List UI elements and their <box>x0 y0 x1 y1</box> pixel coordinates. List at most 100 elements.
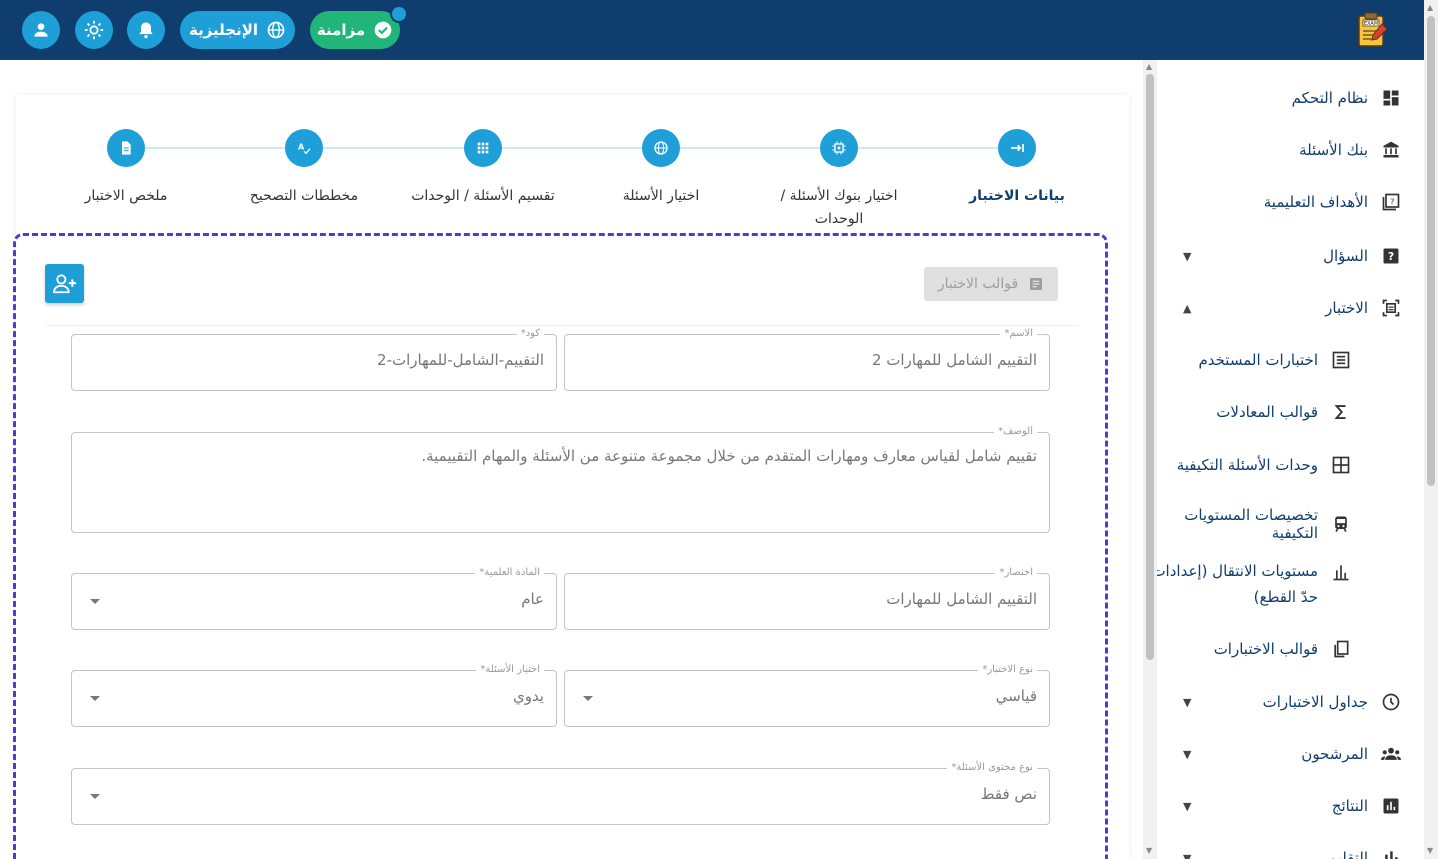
code-label: كود* <box>516 328 544 340</box>
sidebar-item-question[interactable]: ? السؤال <box>1323 245 1402 267</box>
scroll-down-arrow-icon[interactable]: ▼ <box>1427 846 1433 855</box>
article-icon <box>1030 278 1043 290</box>
sidebar-item-label: تخصيصات المستويات التكيفية <box>1184 506 1318 542</box>
globe-icon <box>654 141 668 155</box>
sigma-icon <box>1330 401 1352 423</box>
sidebar-scrollbar-thumb[interactable] <box>1146 74 1154 660</box>
dropdown-arrow-icon[interactable] <box>583 695 593 701</box>
step-test-summary[interactable] <box>107 129 145 167</box>
chevron-down-icon[interactable]: ▼ <box>1183 696 1191 709</box>
language-button[interactable]: الإنجليزية <box>180 11 295 49</box>
globe-icon <box>267 21 285 39</box>
sidebar-scroll-down-icon[interactable]: ▼ <box>1146 846 1152 855</box>
add-user-icon <box>52 273 76 293</box>
chevron-down-icon[interactable]: ▼ <box>1183 800 1191 813</box>
exam-type-select[interactable]: نوع الاختبار* قياسي <box>564 664 1050 727</box>
step-question-banks[interactable] <box>820 129 858 167</box>
dropdown-arrow-icon[interactable] <box>90 598 100 604</box>
content-type-value: نص فقط <box>980 785 1037 803</box>
subject-label: المادة العلمية* <box>475 567 544 579</box>
code-field[interactable]: كود* التقييم-الشامل-للمهارات-2 <box>71 328 557 391</box>
divider <box>46 325 1078 326</box>
sync-button[interactable]: مزامنة <box>310 11 400 49</box>
sidebar-item-results[interactable]: النتائج <box>1332 795 1402 817</box>
sidebar-item-equation-templates[interactable]: قوالب المعادلات <box>1216 401 1352 423</box>
exam-templates-label: قوالب الاختبار <box>937 276 1019 292</box>
subject-select[interactable]: المادة العلمية* عام <box>71 567 557 630</box>
notifications-button[interactable] <box>127 11 165 49</box>
dropdown-arrow-icon[interactable] <box>90 793 100 799</box>
description-label: الوصف* <box>994 426 1037 438</box>
chevron-down-icon[interactable]: ▼ <box>1183 852 1191 859</box>
scroll-up-arrow-icon[interactable]: ▲ <box>1427 3 1433 12</box>
sidebar-scroll-up-icon[interactable]: ▲ <box>1146 62 1152 71</box>
sidebar: نظام التحكم بنك الأسئلة ? الأهداف التعلي… <box>1157 60 1424 859</box>
name-label: الاسم* <box>1000 328 1037 340</box>
abbreviation-value: التقييم الشامل للمهارات <box>886 590 1037 608</box>
sidebar-item-label: الأهداف التعليمية <box>1263 193 1368 211</box>
sidebar-item-adaptive-units[interactable]: وحدات الأسئلة التكيفية <box>1177 454 1352 476</box>
sidebar-item-label: بنك الأسئلة <box>1299 141 1368 159</box>
people-icon <box>1380 743 1402 765</box>
content-type-select[interactable]: نوع محتوى الأسئلة* نص فقط <box>71 762 1050 825</box>
svg-text:A: A <box>298 142 305 151</box>
sidebar-item-user-exams[interactable]: اختبارات المستخدم <box>1198 349 1352 371</box>
sidebar-item-dashboard[interactable]: نظام التحكم <box>1292 87 1402 109</box>
form-panel <box>13 233 1108 859</box>
name-field[interactable]: الاسم* التقييم الشامل للمهارات 2 <box>564 328 1050 391</box>
exam-type-value: قياسي <box>995 687 1037 705</box>
sidebar-item-label: مستويات الانتقال (إعدادات حدّ القطع) <box>1157 562 1318 606</box>
question-selection-value: يدوي <box>512 687 544 705</box>
sidebar-item-question-bank[interactable]: بنك الأسئلة <box>1299 139 1402 161</box>
clock-icon <box>1380 691 1402 713</box>
user-icon <box>34 23 48 37</box>
dropdown-arrow-icon[interactable] <box>90 695 100 701</box>
chevron-down-icon[interactable]: ▼ <box>1183 748 1191 761</box>
check-circle-icon <box>374 21 392 39</box>
page-scrollbar-thumb[interactable] <box>1427 16 1435 486</box>
question-selection-select[interactable]: اختيار الأسئلة* يدوي <box>71 664 557 727</box>
sidebar-item-label: النتائج <box>1331 797 1368 815</box>
exam-templates-button[interactable]: قوالب الاختبار <box>924 267 1058 301</box>
app-logo: EXAM <box>1352 10 1392 50</box>
theme-toggle-button[interactable] <box>75 11 113 49</box>
step-label-test-data[interactable]: بيانات الاختبار <box>962 185 1072 208</box>
step-label-divide-questions[interactable]: تقسيم الأسئلة / الوحدات <box>398 185 568 208</box>
sidebar-item-label: جداول الاختبارات <box>1262 693 1368 711</box>
user-profile-button[interactable] <box>22 11 60 49</box>
step-label-select-questions[interactable]: اختيار الأسئلة <box>600 185 722 208</box>
bell-icon <box>139 22 153 39</box>
top-bar: الإنجليزية مزامنة EXAM <box>0 0 1424 60</box>
sidebar-item-transition-levels[interactable]: مستويات الانتقال (إعدادات حدّ القطع) <box>1157 558 1352 610</box>
sidebar-item-label: قوالب المعادلات <box>1216 403 1318 421</box>
sidebar-item-label: نظام التحكم <box>1291 89 1368 107</box>
sidebar-item-adaptive-levels[interactable]: تخصيصات المستويات التكيفية <box>1157 506 1352 542</box>
description-field[interactable]: الوصف* تقييم شامل لقياس معارف ومهارات ال… <box>71 426 1050 533</box>
add-user-button[interactable] <box>45 264 84 303</box>
bank-icon <box>1380 139 1402 161</box>
sidebar-item-exam-schedules[interactable]: جداول الاختبارات <box>1263 691 1402 713</box>
sidebar-item-candidates[interactable]: المرشحون <box>1301 743 1402 765</box>
content-type-label: نوع محتوى الأسئلة* <box>947 762 1037 774</box>
chevron-up-icon[interactable]: ▲ <box>1183 302 1191 315</box>
sidebar-scrollbar[interactable]: ▲ ▼ <box>1143 60 1157 859</box>
step-grading-schemes[interactable]: A <box>285 129 323 167</box>
step-label-question-banks[interactable]: اختيار بنوك الأسئلة / الوحدات <box>770 185 908 231</box>
sidebar-item-learning-objectives[interactable]: ? الأهداف التعليمية <box>1264 191 1402 213</box>
dashboard-icon <box>1380 87 1402 109</box>
code-value: التقييم-الشامل-للمهارات-2 <box>377 351 544 369</box>
sidebar-item-reports[interactable]: التقارير <box>1323 847 1402 859</box>
step-label-grading-schemes[interactable]: مخططات التصحيح <box>234 185 374 208</box>
sidebar-item-exam-templates[interactable]: قوالب الاختبارات <box>1214 638 1352 660</box>
chevron-down-icon[interactable]: ▼ <box>1183 250 1191 263</box>
step-test-data[interactable] <box>998 129 1036 167</box>
sync-status-dot <box>390 5 408 23</box>
sidebar-item-label: قوالب الاختبارات <box>1213 640 1318 658</box>
abbreviation-field[interactable]: اختصار* التقييم الشامل للمهارات <box>564 567 1050 630</box>
svg-text:EXAM: EXAM <box>1364 21 1378 27</box>
step-label-test-summary[interactable]: ملخص الاختبار <box>66 185 186 208</box>
step-divide-questions[interactable] <box>464 129 502 167</box>
sidebar-item-exam[interactable]: الاختبار <box>1325 297 1402 319</box>
step-select-questions[interactable] <box>642 129 680 167</box>
page-scrollbar[interactable]: ▲ ▼ <box>1424 0 1438 859</box>
